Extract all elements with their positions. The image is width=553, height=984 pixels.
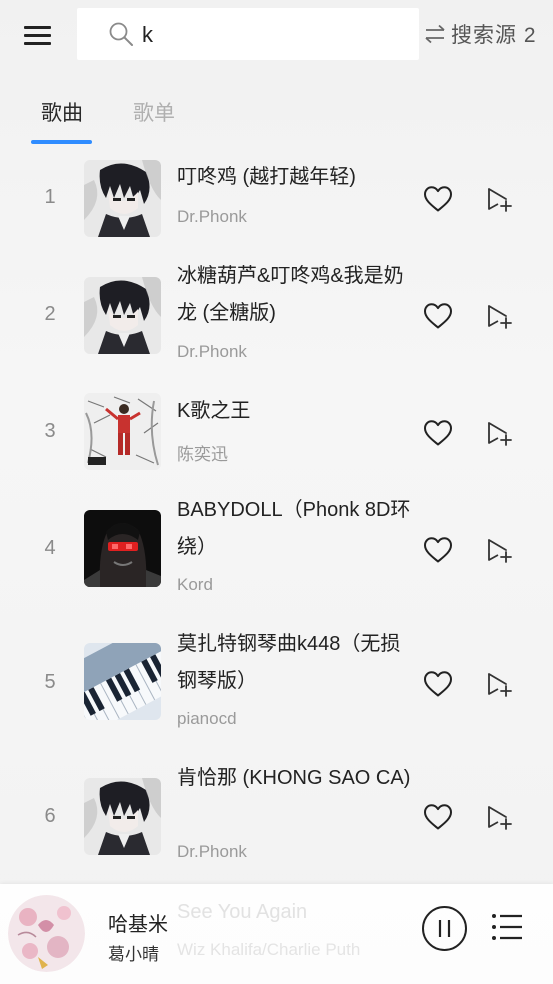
song-cover: [84, 510, 161, 587]
song-index: 5: [44, 671, 56, 693]
song-title: BABYDOLL（Phonk 8D环绕）: [177, 499, 411, 558]
song-row-3[interactable]: 3 K歌之王 陈奕迅: [0, 390, 553, 480]
song-title: K歌之王: [177, 400, 251, 422]
song-artist: Dr.Phonk: [177, 207, 247, 226]
song-title: 冰糖葫芦&叮咚鸡&我是奶龙 (全糖版): [177, 265, 404, 324]
song-title: 肯恰那 (KHONG SAO CA): [177, 767, 411, 789]
swap-icon: [425, 24, 445, 44]
heart-icon[interactable]: [423, 419, 453, 447]
song-cover: [84, 277, 161, 354]
search-box[interactable]: [77, 8, 419, 60]
heart-icon[interactable]: [423, 536, 453, 564]
song-cover: [84, 643, 161, 720]
song-row-4[interactable]: 4 BABYDOLL（Phonk 8D环绕） Kord: [0, 490, 553, 610]
add-to-playlist-icon[interactable]: [486, 538, 514, 564]
song-title: 莫扎特钢琴曲k448（无损钢琴版）: [177, 633, 401, 692]
song-artist: pianocd: [177, 709, 237, 728]
song-row-2[interactable]: 2 冰糖葫芦&叮咚鸡&我是奶龙 (全糖版) Dr.Phonk: [0, 255, 553, 375]
menu-icon[interactable]: [22, 22, 54, 50]
song-row-1[interactable]: 1 叮咚鸡 (越打越年轻) Dr.Phonk: [0, 150, 553, 245]
add-to-playlist-icon[interactable]: [486, 421, 514, 447]
search-source-button[interactable]: 搜索源 2: [424, 19, 537, 49]
tab-songs[interactable]: 歌曲: [41, 97, 83, 127]
song-index: 4: [44, 537, 56, 559]
heart-icon[interactable]: [423, 670, 453, 698]
heart-icon[interactable]: [423, 185, 453, 213]
now-playing-artist: 葛小晴: [108, 945, 159, 964]
song-artist: Dr.Phonk: [177, 342, 247, 361]
song-index: 1: [44, 186, 56, 208]
song-artist: 陈奕迅: [177, 445, 228, 464]
song-artist: Dr.Phonk: [177, 842, 247, 861]
song-row-6[interactable]: 6 肯恰那 (KHONG SAO CA) Dr.Phonk: [0, 760, 553, 875]
search-source-label: 搜索源 2: [451, 24, 537, 47]
heart-icon[interactable]: [423, 803, 453, 831]
heart-icon[interactable]: [423, 302, 453, 330]
song-cover: [84, 160, 161, 237]
song-title: 叮咚鸡 (越打越年轻): [177, 166, 356, 188]
hidden-song-title: See You Again: [177, 901, 308, 923]
hidden-song-artist: Wiz Khalifa/Charlie Puth: [177, 940, 361, 959]
tab-indicator: [31, 140, 92, 144]
add-to-playlist-icon[interactable]: [486, 304, 514, 330]
pause-icon[interactable]: [421, 905, 468, 952]
song-index: 2: [44, 303, 56, 325]
mini-player[interactable]: See You Again Wiz Khalifa/Charlie Puth 哈…: [0, 884, 553, 984]
now-playing-cover[interactable]: [8, 895, 85, 972]
song-artist: Kord: [177, 575, 213, 594]
song-row-5[interactable]: 5 莫扎特钢琴曲k448（无损钢琴版） pianocd: [0, 625, 553, 745]
top-bar: 搜索源 2: [0, 0, 553, 70]
tab-playlists[interactable]: 歌单: [133, 97, 175, 127]
song-index: 6: [44, 805, 56, 827]
song-cover: [84, 778, 161, 855]
playlist-queue-icon[interactable]: [491, 911, 523, 943]
add-to-playlist-icon[interactable]: [486, 187, 514, 213]
add-to-playlist-icon[interactable]: [486, 805, 514, 831]
song-cover: [84, 393, 161, 470]
song-index: 3: [44, 420, 56, 442]
search-input[interactable]: [140, 16, 404, 54]
search-icon: [109, 22, 133, 46]
now-playing-title: 哈基米: [108, 914, 168, 936]
add-to-playlist-icon[interactable]: [486, 672, 514, 698]
